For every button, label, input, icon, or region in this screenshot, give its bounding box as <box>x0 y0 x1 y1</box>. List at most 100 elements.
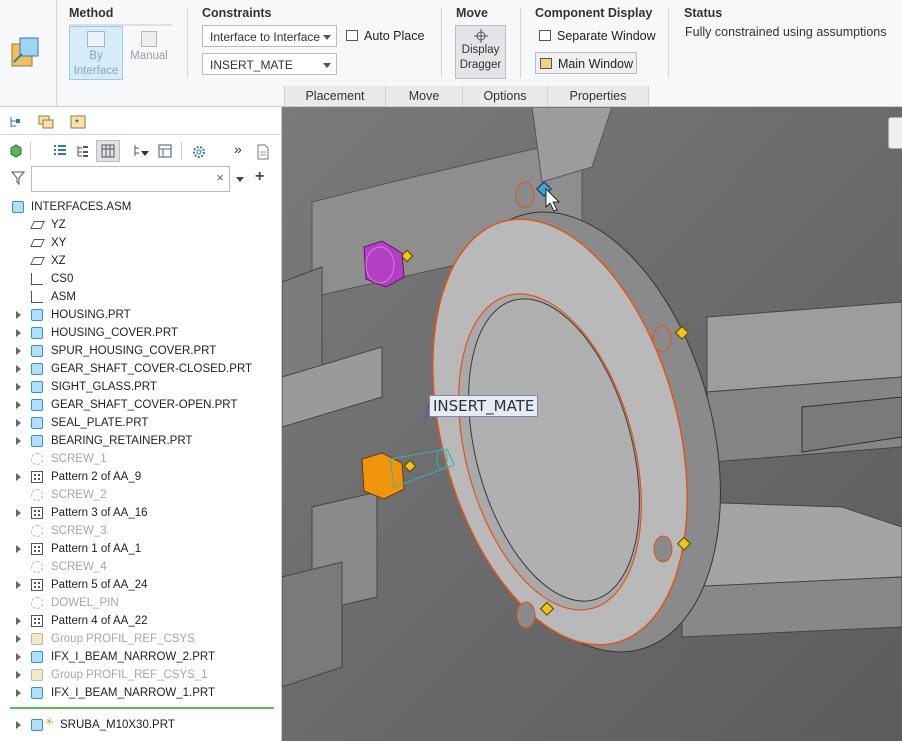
list-view-icon[interactable] <box>53 144 67 158</box>
model-tree-tab-icon[interactable] <box>8 115 22 129</box>
expand-arrow-icon[interactable] <box>16 653 21 661</box>
suppressed-component-icon <box>31 525 43 537</box>
tree-item-label: XY <box>51 237 67 249</box>
tree-item-label: HOUSING_COVER.PRT <box>51 327 178 339</box>
interface-name-dropdown[interactable]: INSERT_MATE <box>202 53 337 75</box>
tree-item[interactable]: Pattern 1 of AA_1 <box>0 540 275 558</box>
pattern-icon <box>31 507 43 519</box>
tree-item[interactable]: HOUSING_COVER.PRT <box>0 324 275 342</box>
expand-arrow-icon[interactable] <box>16 347 21 355</box>
expand-arrow-icon[interactable] <box>16 419 21 427</box>
display-dragger-button[interactable]: Display Dragger <box>455 25 506 79</box>
columns-view-button[interactable] <box>96 140 120 162</box>
tab-placement[interactable]: Placement <box>284 86 386 106</box>
suppressed-component-icon <box>31 597 43 609</box>
tree-item[interactable]: SPUR_HOUSING_COVER.PRT <box>0 342 275 360</box>
gear-icon[interactable] <box>191 144 205 158</box>
part-icon <box>31 363 43 375</box>
main-window-button[interactable]: Main Window <box>535 52 637 74</box>
favorites-tab-icon[interactable]: * <box>70 115 86 129</box>
tree-item-label: SCREW_1 <box>51 453 107 465</box>
datum-plane-icon <box>30 221 45 229</box>
datum-plane-icon <box>30 257 45 265</box>
separate-window-button[interactable]: Separate Window <box>535 25 660 47</box>
tree-item[interactable]: DOWEL_PIN <box>0 594 275 612</box>
tree-item-label: Group PROFIL_REF_CSYS_1 <box>51 669 208 681</box>
tree-item[interactable]: Pattern 5 of AA_24 <box>0 576 275 594</box>
graphics-viewport[interactable]: INSERT_MATE <box>282 107 902 741</box>
tree-item[interactable]: Group PROFIL_REF_CSYS <box>0 630 275 648</box>
tree-item[interactable]: IFX_I_BEAM_NARROW_1.PRT <box>0 684 275 702</box>
expand-arrow-icon[interactable] <box>16 721 21 729</box>
tab-options[interactable]: Options <box>462 86 548 106</box>
expand-arrow-icon[interactable] <box>16 635 21 643</box>
tree-item[interactable]: Group PROFIL_REF_CSYS_1 <box>0 666 275 684</box>
expand-arrow-icon[interactable] <box>16 671 21 679</box>
tree-item[interactable]: BEARING_RETAINER.PRT <box>0 432 275 450</box>
chevron-down-icon[interactable] <box>236 177 244 182</box>
tree-item-label: SCREW_2 <box>51 489 107 501</box>
tree-root[interactable]: INTERFACES.ASM <box>0 198 275 216</box>
tree-item[interactable]: Pattern 2 of AA_9 <box>0 468 275 486</box>
expand-arrow-icon[interactable] <box>16 581 21 589</box>
toolbar-more-icon[interactable]: » <box>234 141 242 157</box>
document-icon[interactable] <box>256 144 270 160</box>
part-icon <box>31 435 43 447</box>
tree-item[interactable]: GEAR_SHAFT_COVER-OPEN.PRT <box>0 396 275 414</box>
tree-item[interactable]: SCREW_2 <box>0 486 275 504</box>
tree-item[interactable]: HOUSING.PRT <box>0 306 275 324</box>
tree-item[interactable]: SIGHT_GLASS.PRT <box>0 378 275 396</box>
interface-type-dropdown[interactable]: Interface to Interface <box>202 25 337 47</box>
layer-tree-tab-icon[interactable] <box>38 115 54 129</box>
tree-item[interactable]: Pattern 4 of AA_22 <box>0 612 275 630</box>
tree-item[interactable]: GEAR_SHAFT_COVER-CLOSED.PRT <box>0 360 275 378</box>
tree-item[interactable]: Pattern 3 of AA_16 <box>0 504 275 522</box>
tree-item-label: IFX_I_BEAM_NARROW_2.PRT <box>51 651 216 663</box>
tree-item[interactable]: IFX_I_BEAM_NARROW_2.PRT <box>0 648 275 666</box>
by-interface-button[interactable]: By Interface <box>69 26 123 80</box>
expand-arrow-icon[interactable] <box>16 473 21 481</box>
expand-arrow-icon[interactable] <box>16 365 21 373</box>
tree-item[interactable]: ASM <box>0 288 275 306</box>
clear-search-icon[interactable]: × <box>216 170 224 185</box>
expand-arrow-icon[interactable] <box>16 689 21 697</box>
component-placement-icon <box>8 34 44 70</box>
expand-arrow-icon[interactable] <box>16 329 21 337</box>
tree-view-icon[interactable] <box>76 144 90 158</box>
tree-item[interactable]: XY <box>0 234 275 252</box>
tree-item[interactable]: SCREW_3 <box>0 522 275 540</box>
expand-arrow-icon[interactable] <box>16 383 21 391</box>
expand-arrow-icon[interactable] <box>16 437 21 445</box>
tree-filter-icon[interactable] <box>134 144 149 158</box>
new-component-row[interactable]: ✳ SRUBA_M10X30.PRT <box>0 716 275 734</box>
expand-arrow-icon[interactable] <box>16 509 21 517</box>
tree-item[interactable]: YZ <box>0 216 275 234</box>
tree-search-input[interactable]: × <box>31 166 230 192</box>
group-icon <box>31 633 43 645</box>
tab-move[interactable]: Move <box>385 86 463 106</box>
tab-properties[interactable]: Properties <box>547 86 649 106</box>
tree-item[interactable]: XZ <box>0 252 275 270</box>
expand-arrow-icon[interactable] <box>16 311 21 319</box>
tree-columns-icon[interactable] <box>158 144 172 158</box>
tree-item[interactable]: SCREW_4 <box>0 558 275 576</box>
cube-icon[interactable] <box>9 144 23 158</box>
tree-item-label: DOWEL_PIN <box>51 597 119 609</box>
expand-arrow-icon[interactable] <box>16 545 21 553</box>
expand-arrow-icon[interactable] <box>16 617 21 625</box>
tree-item-label: ASM <box>51 291 76 303</box>
auto-place-button[interactable]: Auto Place <box>342 25 426 47</box>
filter-icon[interactable] <box>10 171 26 186</box>
tree-item[interactable]: CS0 <box>0 270 275 288</box>
tree-item[interactable]: SEAL_PLATE.PRT <box>0 414 275 432</box>
expand-arrow-icon[interactable] <box>16 401 21 409</box>
constraint-callout[interactable]: INSERT_MATE <box>429 395 539 417</box>
add-filter-icon[interactable]: + <box>255 168 264 186</box>
tree-item[interactable]: SCREW_1 <box>0 450 275 468</box>
manual-button[interactable]: Manual <box>124 26 174 80</box>
tree-item-label: Pattern 4 of AA_22 <box>51 615 148 627</box>
tree-item-label: SCREW_4 <box>51 561 107 573</box>
part-icon <box>31 327 43 339</box>
viewport-edge-control[interactable] <box>888 117 902 149</box>
tree-item-label: SCREW_3 <box>51 525 107 537</box>
